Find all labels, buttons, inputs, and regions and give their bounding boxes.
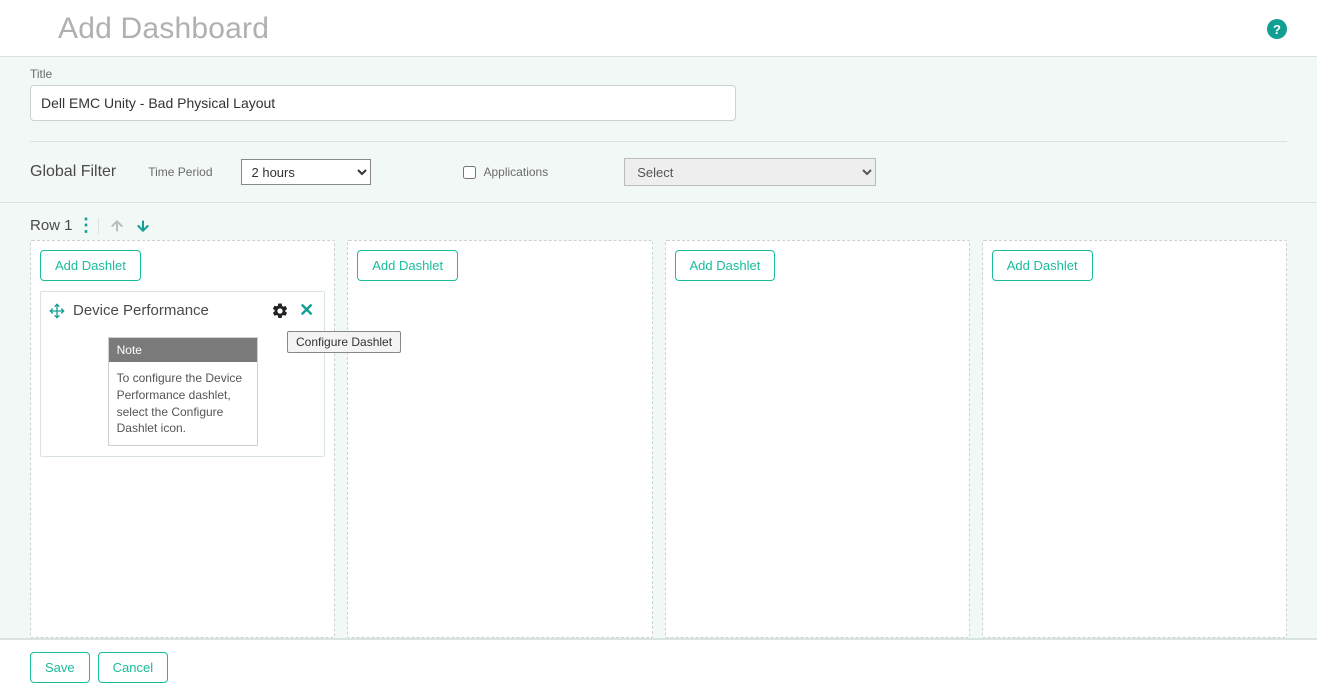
add-dashlet-button[interactable]: Add Dashlet — [675, 250, 776, 281]
dashlet-cell-4: Add Dashlet — [982, 240, 1287, 638]
applications-label: Applications — [484, 165, 549, 179]
cells-row: Add Dashlet Device Performance ✕ Note To… — [0, 240, 1317, 638]
applications-select-wrap: Select — [624, 158, 876, 186]
title-label: Title — [30, 67, 1287, 85]
title-input[interactable] — [30, 85, 736, 121]
move-icon[interactable] — [49, 303, 65, 319]
add-dashlet-button[interactable]: Add Dashlet — [357, 250, 458, 281]
dashlet-cell-2: Add Dashlet — [347, 240, 652, 638]
dashlet-title: Device Performance — [73, 302, 263, 319]
add-dashlet-button[interactable]: Add Dashlet — [40, 250, 141, 281]
time-period-label: Time Period — [148, 165, 212, 179]
header-bar: Add Dashboard ? — [0, 0, 1317, 57]
move-row-down-icon[interactable] — [135, 218, 151, 234]
row-header: Row 1 ⋮ — [0, 203, 1317, 240]
save-button[interactable]: Save — [30, 652, 90, 683]
page-title: Add Dashboard — [58, 12, 269, 46]
note-heading: Note — [109, 338, 257, 362]
footer-bar: Save Cancel — [0, 638, 1317, 695]
applications-checkbox[interactable] — [463, 166, 476, 179]
global-filter-row: Global Filter Time Period 2 hours Applic… — [0, 142, 1317, 203]
title-section: Title — [0, 57, 1317, 127]
add-dashlet-button[interactable]: Add Dashlet — [992, 250, 1093, 281]
configure-dashlet-tooltip: Configure Dashlet — [287, 331, 401, 353]
main-area: Title Global Filter Time Period 2 hours … — [0, 57, 1317, 638]
dashlet-cell-3: Add Dashlet — [665, 240, 970, 638]
dashlet-device-performance: Device Performance ✕ Note To configure t… — [40, 291, 325, 457]
dashlet-header: Device Performance ✕ — [41, 292, 324, 329]
applications-group: Applications — [463, 165, 549, 179]
applications-select[interactable]: Select — [624, 158, 876, 186]
cancel-button[interactable]: Cancel — [98, 652, 168, 683]
row-menu-icon[interactable]: ⋮ — [83, 218, 99, 234]
time-period-group: Time Period 2 hours — [148, 159, 370, 185]
note-body: To configure the Device Performance dash… — [109, 362, 257, 445]
dashlet-cell-1: Add Dashlet Device Performance ✕ Note To… — [30, 240, 335, 638]
close-icon[interactable]: ✕ — [297, 300, 316, 321]
note-box: Note To configure the Device Performance… — [108, 337, 258, 446]
help-icon[interactable]: ? — [1267, 19, 1287, 39]
move-row-up-icon[interactable] — [109, 218, 125, 234]
gear-icon[interactable] — [271, 302, 289, 320]
time-period-select[interactable]: 2 hours — [241, 159, 371, 185]
global-filter-label: Global Filter — [30, 163, 116, 181]
row-label: Row 1 — [30, 217, 73, 234]
